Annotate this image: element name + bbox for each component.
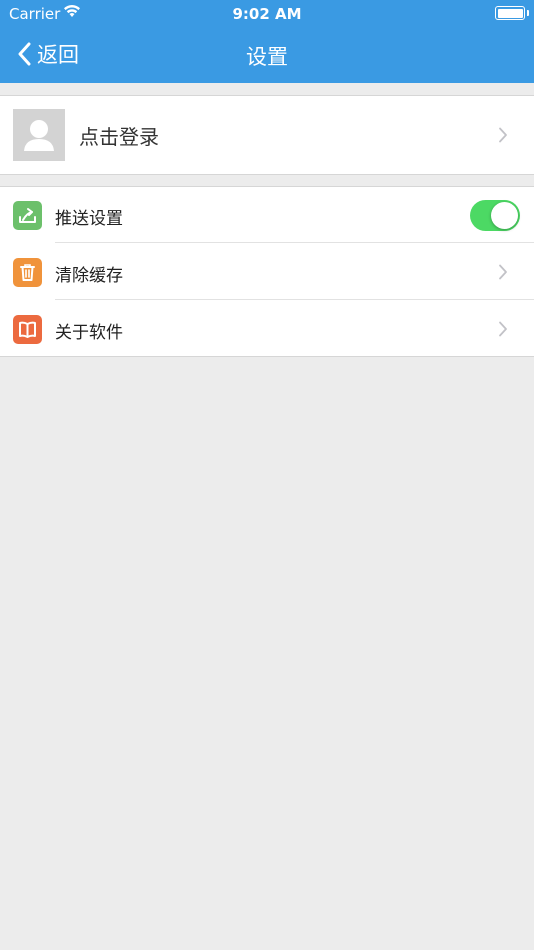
chevron-right-icon xyxy=(499,127,507,143)
battery-icon xyxy=(495,6,525,20)
chevron-right-icon xyxy=(499,321,507,337)
navigation-header: Carrier 9:02 AM 返回 设置 xyxy=(0,0,534,83)
push-toggle[interactable] xyxy=(470,200,520,231)
trash-icon xyxy=(13,258,42,287)
settings-list: 推送设置 清除缓存 关于软件 xyxy=(0,186,534,357)
push-upload-icon xyxy=(13,201,42,230)
divider xyxy=(55,242,534,243)
chevron-right-icon xyxy=(499,264,507,280)
user-silhouette-icon xyxy=(24,120,54,151)
list-item-push-settings[interactable]: 推送设置 xyxy=(0,187,534,243)
page-title: 设置 xyxy=(246,45,288,69)
clear-cache-label: 清除缓存 xyxy=(55,266,123,286)
login-row[interactable]: 点击登录 xyxy=(0,95,534,175)
status-bar: Carrier 9:02 AM xyxy=(0,0,534,28)
book-icon xyxy=(13,315,42,344)
battery-nub xyxy=(527,10,529,16)
login-label: 点击登录 xyxy=(79,125,159,149)
divider xyxy=(55,299,534,300)
toggle-knob xyxy=(491,202,518,229)
about-label: 关于软件 xyxy=(55,323,123,343)
avatar xyxy=(13,109,65,161)
status-time: 9:02 AM xyxy=(232,5,302,23)
push-settings-label: 推送设置 xyxy=(55,209,123,229)
list-item-about[interactable]: 关于软件 xyxy=(0,301,534,357)
list-item-clear-cache[interactable]: 清除缓存 xyxy=(0,244,534,300)
